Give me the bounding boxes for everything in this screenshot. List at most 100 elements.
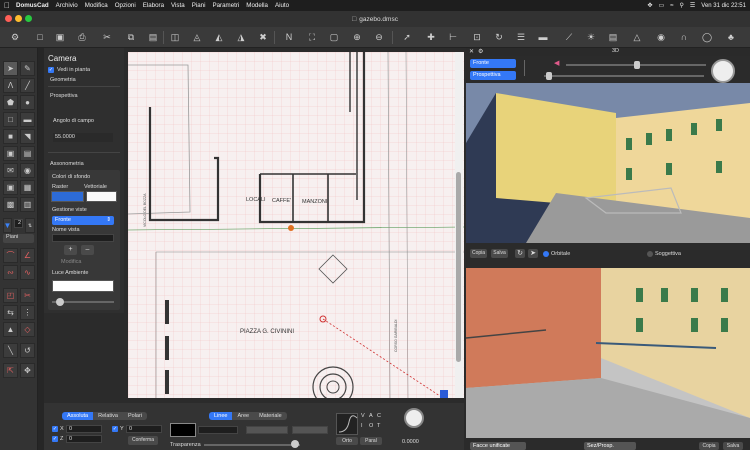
render-icon[interactable]: ☀ — [584, 30, 598, 44]
3d-viewport-top[interactable] — [466, 83, 750, 243]
stair-tool-icon[interactable]: ▤ — [20, 146, 35, 161]
scroll-thumb[interactable] — [456, 172, 461, 362]
slope-icon[interactable]: ⟋ — [562, 30, 576, 44]
hatch-icon[interactable]: ▦ — [20, 180, 35, 195]
erase-icon[interactable]: ◇ — [20, 322, 35, 337]
menu-archivio[interactable]: Archivio — [56, 2, 78, 9]
dimension-icon[interactable]: □ — [3, 112, 18, 127]
copy-bottom-button[interactable]: Copia — [699, 442, 719, 450]
y-input[interactable]: 0 — [126, 425, 162, 433]
image-icon[interactable]: ▣ — [3, 180, 18, 195]
remove-view-button[interactable]: – — [81, 245, 94, 255]
delete-icon[interactable]: ✖ — [256, 30, 270, 44]
orbital-radio[interactable] — [543, 251, 549, 257]
offset-icon[interactable]: ◰ — [3, 288, 18, 303]
wifi-icon[interactable]: ≈ — [670, 3, 673, 9]
line-icon[interactable]: ╱ — [20, 78, 35, 93]
add-view-button[interactable]: + — [64, 245, 77, 255]
ambient-color-swatch[interactable] — [52, 280, 114, 292]
line-color-swatch[interactable] — [170, 423, 196, 437]
roof-icon[interactable]: △ — [630, 30, 644, 44]
3d-second-slider-track[interactable] — [544, 75, 704, 77]
arc-icon[interactable]: ⌒ — [3, 248, 18, 263]
copy-top-button[interactable]: Copia — [470, 249, 487, 258]
minimize-window-button[interactable] — [15, 15, 22, 22]
transparency-slider-track[interactable] — [204, 444, 300, 446]
flag-v[interactable]: V — [361, 413, 365, 419]
wall-icon[interactable]: ▬ — [20, 112, 35, 127]
grid-icon[interactable]: ▩ — [3, 197, 18, 212]
crosshair-icon[interactable]: ✚ — [424, 30, 438, 44]
cylinder-icon[interactable]: ◯ — [700, 30, 714, 44]
menu-opzioni[interactable]: Opzioni — [115, 2, 136, 9]
flag-c[interactable]: C — [377, 413, 381, 419]
y-checkbox[interactable]: ✓ — [112, 426, 118, 432]
apple-icon[interactable]:  — [4, 1, 10, 10]
ortho-button[interactable]: Orto — [336, 437, 358, 445]
raster-color-swatch[interactable] — [51, 191, 84, 202]
copy-icon[interactable]: ⧉ — [124, 30, 138, 44]
x-input[interactable]: 0 — [66, 425, 102, 433]
zoom-out-icon[interactable]: ⊖ — [372, 30, 386, 44]
show-in-plan-checkbox[interactable]: ✓ — [48, 67, 54, 73]
ambient-slider-thumb[interactable] — [56, 298, 64, 306]
tab-relative[interactable]: Relativa — [93, 412, 123, 420]
menu-elabora[interactable]: Elabora — [143, 2, 164, 9]
vector-color-swatch[interactable] — [86, 191, 117, 202]
zoom-window-button[interactable] — [25, 15, 32, 22]
projection-select[interactable]: Prospettiva — [470, 71, 516, 80]
stairs-icon[interactable]: ▤ — [606, 30, 620, 44]
measure-icon[interactable]: ╲ — [3, 343, 18, 358]
view-select[interactable]: Fronte ⇕ — [52, 216, 114, 225]
paste-icon[interactable]: ▤ — [146, 30, 160, 44]
scale-icon[interactable]: ⇱ — [3, 363, 18, 378]
paral-button[interactable]: Paral — [360, 437, 382, 445]
flag-t[interactable]: T — [377, 423, 380, 429]
pointer-icon[interactable]: ➤ — [528, 249, 538, 258]
3d-top-slider-thumb[interactable] — [634, 61, 640, 69]
beam-icon[interactable]: ▥ — [20, 197, 35, 212]
array-icon[interactable]: ⋮ — [20, 305, 35, 320]
target-marker[interactable] — [288, 225, 294, 231]
bluetooth-icon[interactable]: ✥ — [647, 2, 652, 9]
line-style-select[interactable] — [198, 426, 238, 434]
line-type-select[interactable] — [292, 426, 328, 434]
rotate-icon[interactable]: ↺ — [20, 343, 35, 358]
ortho-icon[interactable]: ⊢ — [446, 30, 460, 44]
zoom-in-icon[interactable]: ⊕ — [350, 30, 364, 44]
rotate-view-icon[interactable]: ↻ — [492, 30, 506, 44]
tab-material[interactable]: Materiale — [254, 412, 287, 420]
menu-modifica[interactable]: Modifica — [85, 2, 108, 9]
z-checkbox[interactable]: ✓ — [52, 436, 58, 442]
menu-aiuto[interactable]: Aiuto — [275, 2, 289, 9]
rotation-dial[interactable] — [404, 408, 424, 428]
zoom-extents-icon[interactable]: ⛶ — [305, 30, 319, 44]
save-top-button[interactable]: Salva — [491, 249, 508, 258]
control-center-icon[interactable]: ☰ — [690, 2, 695, 9]
menu-vista[interactable]: Vista — [171, 2, 185, 9]
section-icon[interactable]: ▬ — [536, 30, 550, 44]
line-tool-icon[interactable]: ➚ — [400, 30, 414, 44]
close-icon[interactable]: ✕ — [469, 48, 474, 55]
mirror-icon[interactable]: ⇆ — [3, 305, 18, 320]
save-bottom-button[interactable]: Salva — [723, 442, 743, 450]
zigzag-icon[interactable]: ∿ — [20, 265, 35, 280]
faces-select[interactable]: Facce unificate — [470, 442, 526, 450]
menu-parametri[interactable]: Parametri — [212, 2, 239, 9]
3d-second-slider-thumb[interactable] — [546, 72, 552, 80]
settings-icon[interactable]: ⚙ — [8, 30, 22, 44]
tab-lines[interactable]: Linee — [209, 412, 233, 420]
rotate-icon[interactable]: ↻ — [515, 249, 525, 258]
pencil-icon[interactable]: ✎ — [20, 61, 35, 76]
modify-button[interactable]: Modifica — [61, 259, 81, 265]
field-angle-input[interactable]: 55.0000 — [53, 133, 113, 142]
menu-app[interactable]: DomusCad — [16, 2, 49, 9]
layer-up-icon[interactable]: ◭ — [212, 30, 226, 44]
open-folder-icon[interactable]: □ — [33, 30, 47, 44]
tree-icon[interactable]: ♣ — [724, 30, 738, 44]
cut-icon[interactable]: ✂ — [100, 30, 114, 44]
battery-icon[interactable]: ▭ — [659, 2, 665, 9]
select-arrow-icon[interactable]: ➤ — [3, 61, 18, 76]
view3d-select[interactable]: Fronte — [470, 59, 516, 68]
line-weight-select[interactable] — [246, 426, 288, 434]
